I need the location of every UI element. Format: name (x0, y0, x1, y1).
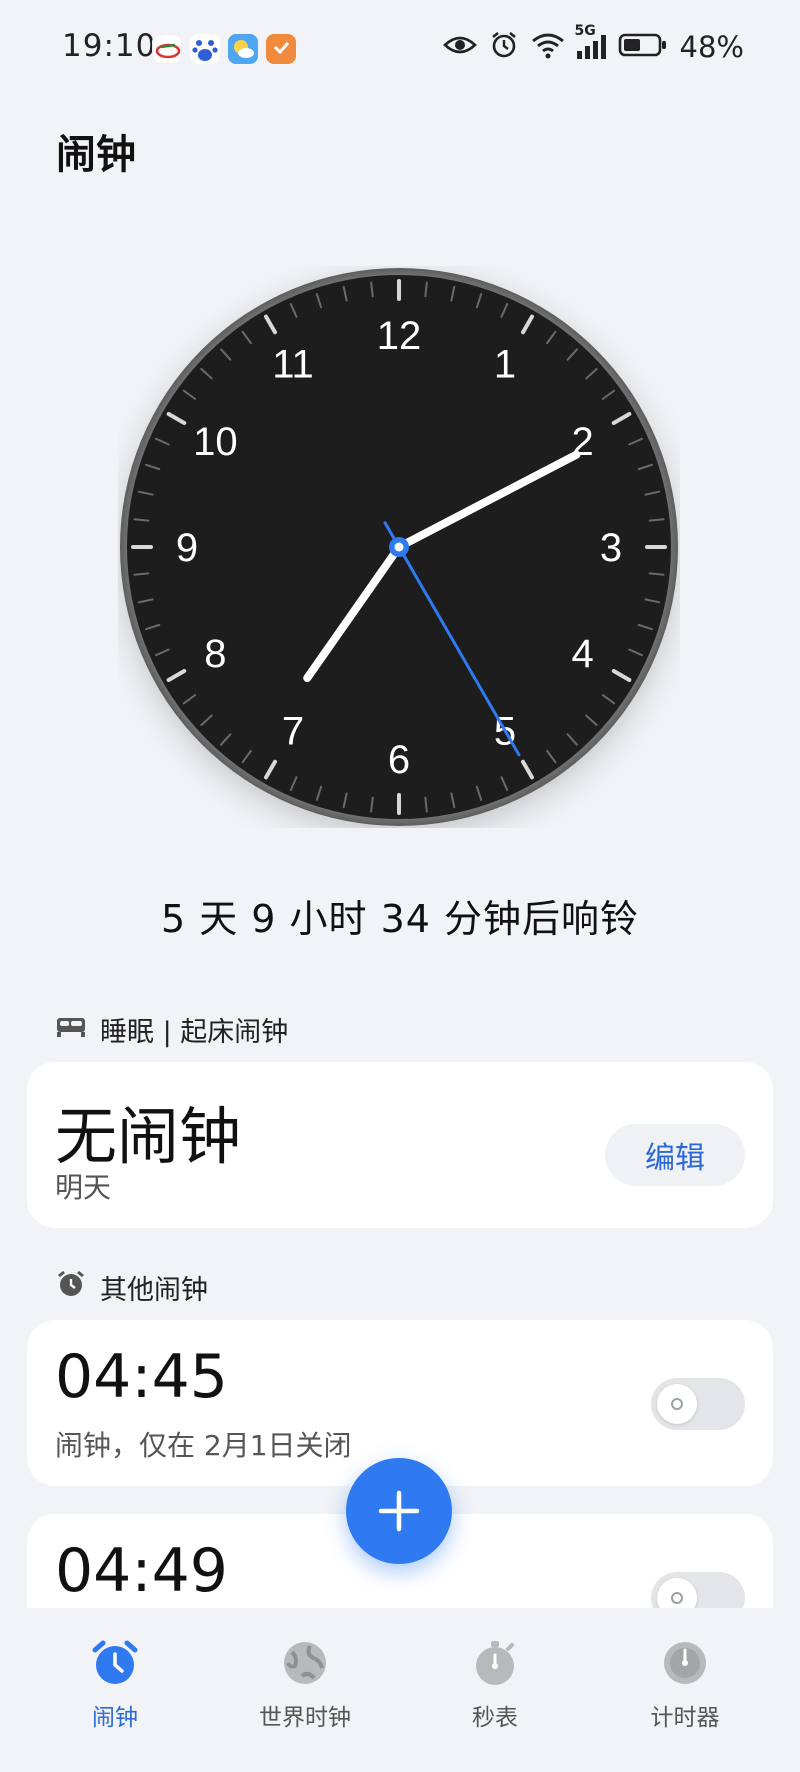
add-alarm-button[interactable] (346, 1458, 452, 1564)
alarm-status-icon (489, 30, 519, 64)
other-alarms-header: 其他闹钟 (56, 1268, 208, 1307)
tab-timer-label: 计时器 (650, 1705, 720, 1731)
clock-number: 6 (388, 738, 410, 782)
countdown-text: 5 天 9 小时 34 分钟后响铃 (160, 897, 640, 941)
clock-center-dot (394, 542, 404, 552)
sleep-alarm-card[interactable]: 无闹钟 明天 编辑 (27, 1062, 773, 1228)
tab-world-clock-label: 世界时钟 (259, 1705, 351, 1731)
wifi-icon (531, 31, 565, 63)
status-bar: 19:10 5G 48% (0, 0, 800, 100)
clock-number: 4 (571, 632, 593, 676)
tab-alarm-label: 闹钟 (92, 1705, 138, 1731)
tab-world-clock[interactable]: 世界时钟 (215, 1608, 395, 1772)
eye-icon (442, 33, 477, 61)
plus-icon (378, 1490, 420, 1532)
health-app-icon (266, 34, 296, 64)
tab-stopwatch[interactable]: 秒表 (405, 1608, 585, 1772)
clock-number: 8 (204, 632, 226, 676)
network-type-label: 5G (574, 23, 596, 39)
tab-alarm[interactable]: 闹钟 (25, 1608, 205, 1772)
alarm-icon (92, 1640, 138, 1684)
alarm-clock-icon (56, 1269, 86, 1306)
clock-number: 10 (193, 420, 238, 464)
clock-number: 1 (494, 342, 516, 386)
clock-face: 121234567891011 (120, 268, 678, 826)
timer-icon (664, 1642, 706, 1684)
toggle-knob (657, 1578, 697, 1608)
battery-icon (618, 32, 668, 62)
battery-percentage: 48% (679, 30, 744, 64)
clock-number: 11 (272, 342, 314, 386)
toggle-knob (657, 1384, 697, 1424)
clock-number: 3 (600, 526, 622, 570)
alarm-toggle[interactable] (651, 1378, 745, 1430)
stopwatch-icon (476, 1641, 514, 1685)
sleep-alarm-day: 明天 (55, 1171, 112, 1204)
other-alarms-title: 其他闹钟 (100, 1275, 208, 1306)
baidu-icon (190, 34, 220, 64)
bed-icon (56, 1014, 86, 1045)
edit-button[interactable]: 编辑 (605, 1124, 745, 1186)
clock-number: 9 (176, 526, 198, 570)
sleep-section-title: 睡眠 | 起床闹钟 (100, 1017, 289, 1048)
tab-timer[interactable]: 计时器 (595, 1608, 775, 1772)
alarm-time: 04:49 (55, 1536, 228, 1606)
alarm-description: 闹钟，仅在 2月1日关闭 (55, 1429, 352, 1462)
status-time: 19:10 (62, 28, 157, 64)
alarm-time: 04:45 (55, 1342, 228, 1412)
alarm-toggle[interactable] (651, 1572, 745, 1608)
analog-clock: 121234567891011 (118, 266, 680, 828)
tab-stopwatch-label: 秒表 (472, 1705, 518, 1731)
sleep-section-header: 睡眠 | 起床闹钟 (56, 1010, 288, 1049)
bottom-nav: 闹钟 世界时钟 秒表 计时器 (0, 1608, 800, 1772)
globe-icon (284, 1642, 326, 1684)
sleep-alarm-status: 无闹钟 (55, 1100, 242, 1173)
weather-app-icon (228, 34, 258, 64)
app-notification-icon (152, 34, 182, 64)
status-icons: 5G 48% (442, 23, 744, 64)
signal-icon: 5G (575, 23, 606, 59)
page-title: 闹钟 (56, 132, 136, 178)
clock-number: 7 (282, 710, 304, 754)
clock-number: 12 (377, 314, 422, 358)
